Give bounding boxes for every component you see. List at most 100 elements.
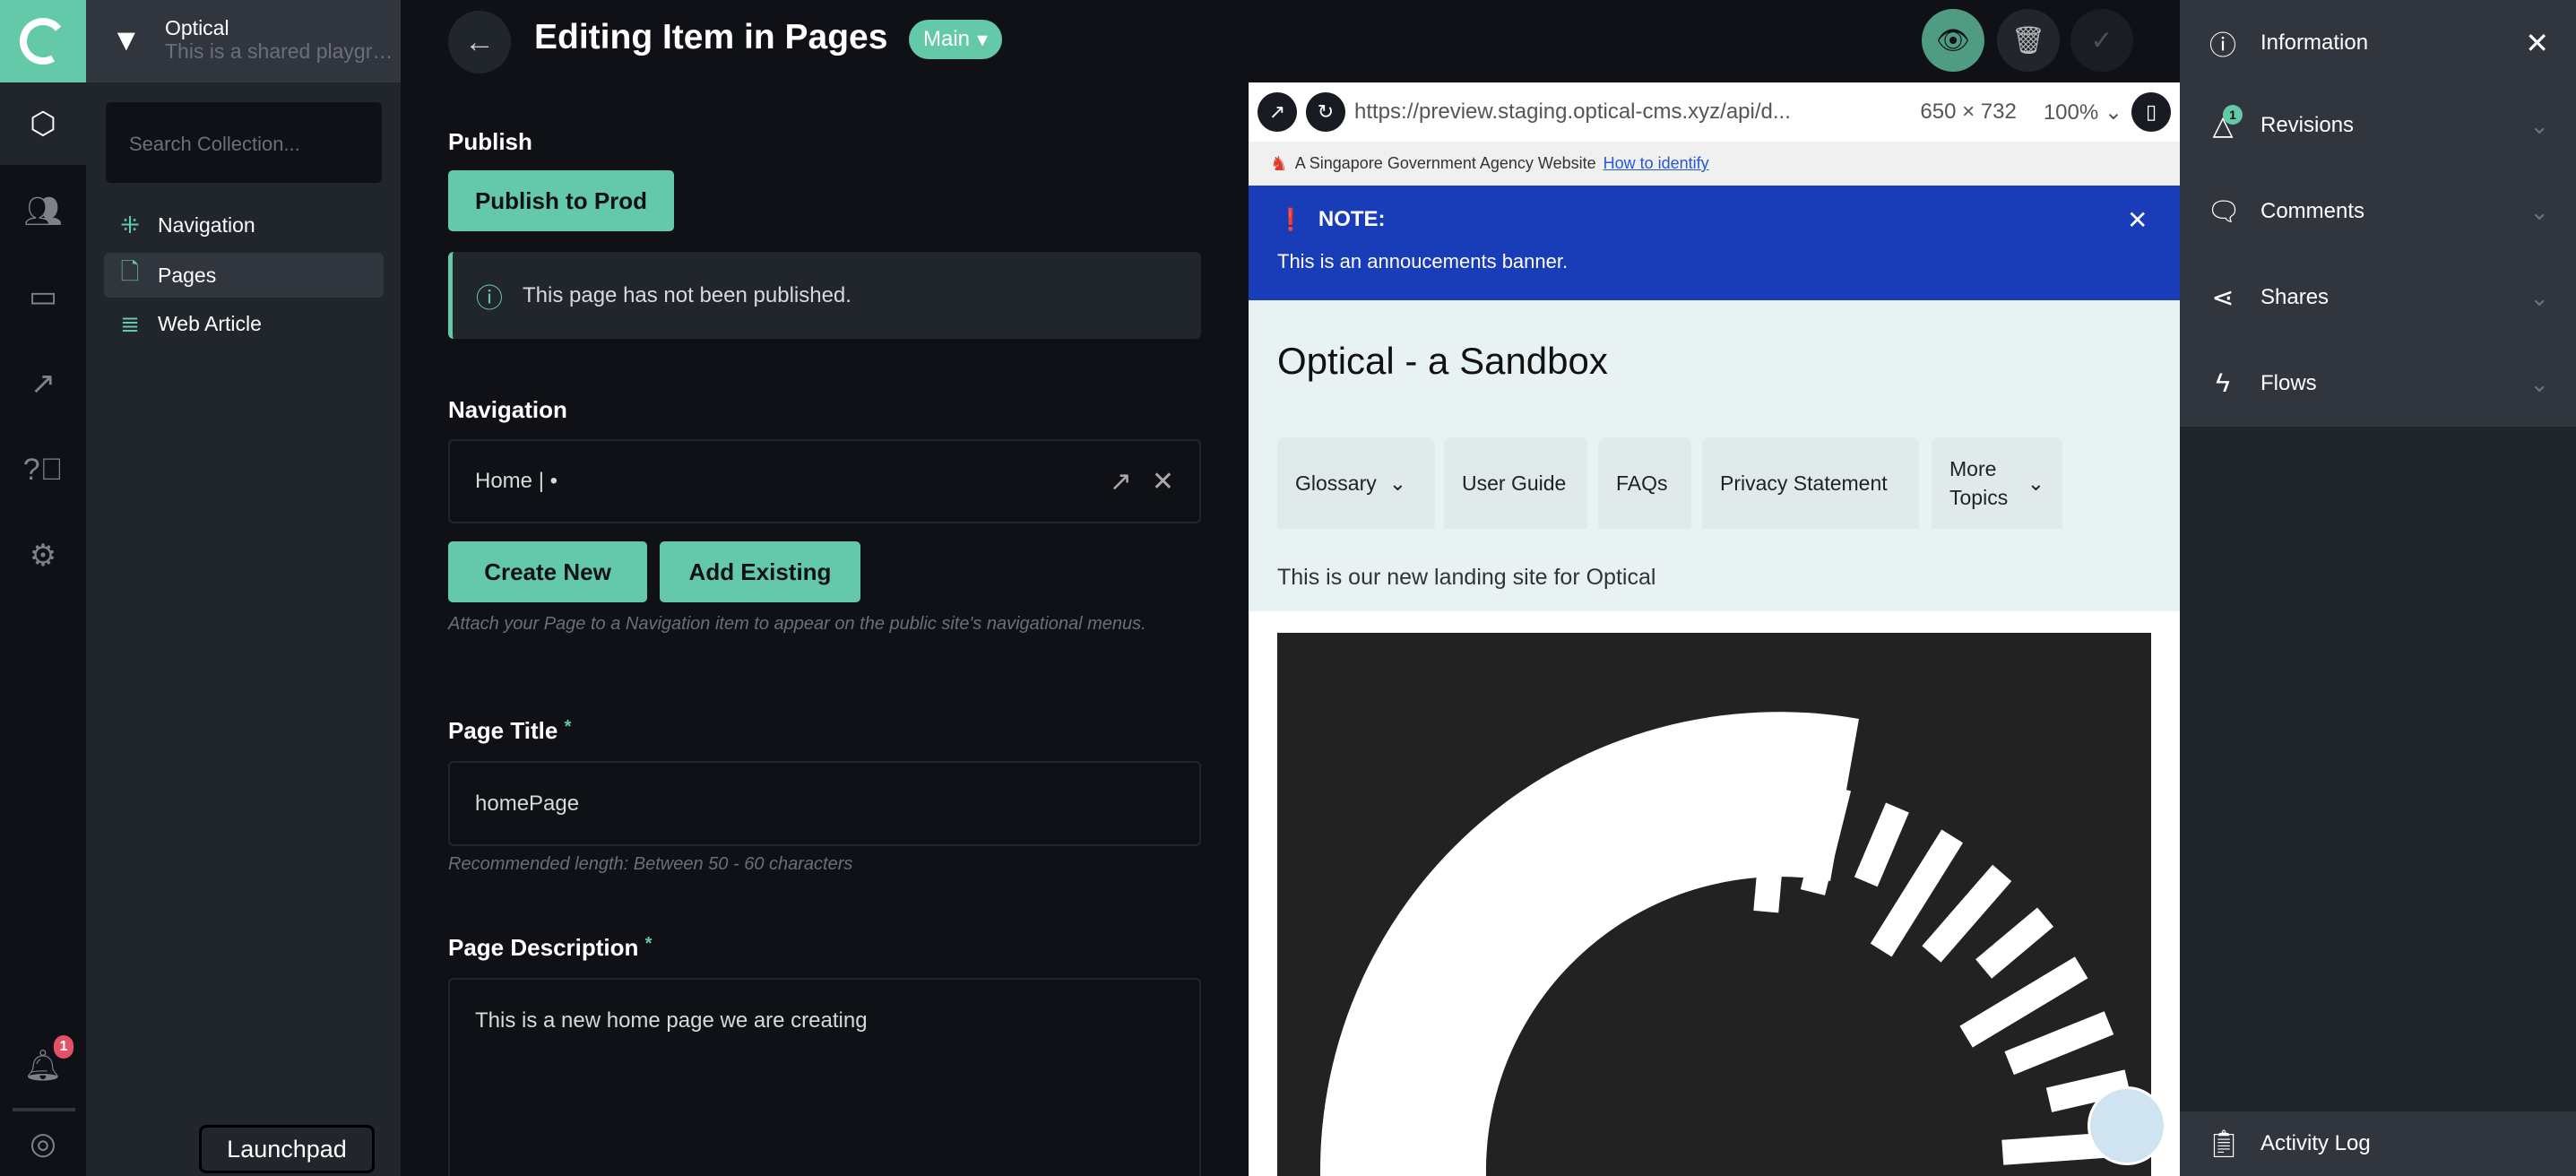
back-button[interactable]: ← — [448, 11, 511, 74]
open-in-new-tab-button[interactable]: ↗ — [1258, 92, 1297, 132]
chevron-down-icon: ⌄ — [2529, 283, 2549, 311]
page-title-input[interactable]: homePage — [448, 761, 1201, 846]
preview-url: https://preview.staging.optical-cms.xyz/… — [1354, 99, 1791, 124]
arrow-left-icon: ← — [464, 24, 495, 59]
chevron-down-icon: ⌄ — [2529, 111, 2549, 139]
add-existing-button[interactable]: Add Existing — [660, 541, 860, 602]
folder-icon: ▭ — [28, 280, 58, 314]
project-icon: ▼ — [111, 23, 142, 57]
insights-module-button[interactable]: ↗ — [0, 342, 86, 425]
revisions-icon: △ 1 — [2207, 104, 2243, 142]
navigation-icon: ⁜ — [120, 211, 140, 238]
project-name: Optical — [165, 16, 229, 39]
banner-close-icon[interactable]: ✕ — [2127, 205, 2148, 235]
save-button[interactable]: ✓ — [2070, 9, 2133, 72]
help-module-button[interactable]: ?⃝ — [0, 428, 86, 511]
panel-flows[interactable]: ϟ Flows ⌄ — [2180, 341, 2576, 427]
publish-to-prod-button[interactable]: Publish to Prod — [448, 170, 674, 231]
panel-revisions[interactable]: △ 1 Revisions ⌄ — [2180, 82, 2576, 169]
zoom-select[interactable]: 100% ⌄ — [2044, 99, 2122, 125]
panel-comments[interactable]: 🗨︎ Comments ⌄ — [2180, 169, 2576, 255]
cube-icon: ⬡ — [30, 107, 56, 141]
sidebar-item-pages[interactable]: 🗋︎ Pages — [104, 253, 384, 298]
how-to-identify-link[interactable]: How to identify — [1604, 154, 1709, 173]
app-logo[interactable] — [0, 0, 86, 82]
project-description: This is a shared playground — [165, 39, 398, 63]
user-menu-button[interactable]: ◎ — [0, 1111, 86, 1176]
nav-label: More Topics — [1949, 457, 2009, 509]
chat-assistant-avatar[interactable] — [2088, 1086, 2166, 1165]
close-icon[interactable]: ✕ — [2525, 26, 2549, 60]
logo-ray — [2004, 1011, 2114, 1076]
settings-module-button[interactable]: ⚙ — [0, 514, 86, 597]
database-icon: ≣ — [120, 309, 140, 337]
branch-selector[interactable]: Main ▾ — [909, 20, 1003, 59]
activity-log-label: Activity Log — [2260, 1131, 2371, 1155]
site-title: Optical - a Sandbox — [1277, 340, 1608, 382]
lion-head-icon: ♞ — [1270, 151, 1288, 175]
page-title: Editing Item in Pages — [534, 18, 888, 56]
files-module-button[interactable]: ▭ — [0, 255, 86, 338]
settings-icon: ⚙ — [29, 539, 57, 573]
panel-shares[interactable]: ⋖ Shares ⌄ — [2180, 255, 2576, 341]
site-nav-privacy[interactable]: Privacy Statement — [1702, 437, 1919, 529]
share-icon: ⋖ — [2211, 282, 2235, 313]
banner-title-text: NOTE: — [1318, 207, 1386, 231]
site-nav-faqs[interactable]: FAQs — [1598, 437, 1691, 529]
chevron-down-icon: ⌄ — [2027, 471, 2044, 495]
live-preview: ↗ ↻ https://preview.staging.optical-cms.… — [1249, 82, 2180, 1176]
label-text: Page Title — [448, 717, 558, 744]
page-description-label: Page Description * — [448, 934, 652, 962]
unpublished-notice: ⓘ This page has not been published. — [448, 252, 1201, 339]
chevron-down-icon: ⌄ — [1388, 471, 1407, 495]
page-icon: 🗋︎ — [120, 258, 140, 285]
chevron-down-icon: ⌄ — [2104, 99, 2122, 125]
help-icon: ?⃝ — [22, 452, 64, 487]
page-description-textarea[interactable]: This is a new home page we are creating — [448, 978, 1201, 1176]
panel-label: Information — [2260, 30, 2369, 55]
check-icon: ✓ — [2090, 25, 2114, 56]
create-new-button[interactable]: Create New — [448, 541, 647, 602]
site-nav-user-guide[interactable]: User Guide — [1444, 437, 1587, 529]
clipboard-icon: 📋︎ — [2207, 1128, 2242, 1159]
activity-log-button[interactable]: 📋︎ Activity Log — [2180, 1111, 2576, 1176]
notifications-button[interactable]: 🔔︎ — [0, 1025, 86, 1107]
nav-label: FAQs — [1616, 471, 1668, 495]
search-collection-input[interactable]: Search Collection... — [106, 102, 382, 183]
insights-icon: ↗ — [30, 367, 56, 401]
remove-icon[interactable]: ✕ — [1152, 466, 1174, 497]
bolt-icon: ϟ — [2216, 368, 2230, 398]
open-external-icon[interactable]: ↗ — [1110, 466, 1132, 497]
device-toggle-button[interactable]: ▯ — [2131, 92, 2171, 132]
nav-label: User Guide — [1462, 471, 1567, 495]
preview-dimensions: 650 × 732 — [1920, 99, 2017, 124]
panel-label: Shares — [2260, 285, 2330, 309]
user-avatar-icon: ◎ — [30, 1127, 56, 1161]
alert-icon: ❗ — [1277, 208, 1304, 232]
caret-down-icon: ▾ — [977, 27, 989, 52]
gov-masthead: ♞ A Singapore Government Agency Website Ho… — [1249, 142, 2180, 186]
site-nav-more-topics[interactable]: More Topics ⌄ — [1932, 437, 2062, 529]
chevron-down-icon: ⌄ — [2529, 197, 2549, 225]
navigation-label: Navigation — [448, 396, 567, 423]
banner-title: ❗ NOTE: — [1277, 207, 1386, 233]
users-icon: 👥︎ — [23, 195, 63, 229]
panel-information[interactable]: ⓘ Information ✕ — [2180, 0, 2576, 86]
zoom-value: 100% — [2043, 99, 2099, 125]
logo-ray — [1854, 802, 1909, 887]
optical-logo-icon — [19, 17, 66, 65]
site-nav-glossary[interactable]: Glossary ⌄ — [1277, 437, 1435, 529]
required-marker: * — [564, 717, 572, 737]
banner-text: This is an annoucements banner. — [1277, 250, 1569, 272]
preview-toggle-button[interactable]: 👁︎ — [1922, 9, 1984, 72]
panel-label: Flows — [2260, 371, 2317, 395]
users-module-button[interactable]: 👥︎ — [0, 170, 86, 253]
sidebar-item-label: Navigation — [158, 212, 255, 237]
refresh-button[interactable]: ↻ — [1306, 92, 1345, 132]
navigation-field[interactable]: Home | • ↗ ✕ — [448, 439, 1201, 523]
content-module-button[interactable]: ⬡ — [0, 82, 86, 165]
sidebar-item-web-article[interactable]: ≣ Web Article — [104, 301, 384, 346]
notice-text: This page has not been published. — [523, 282, 851, 307]
delete-button[interactable]: 🗑︎ — [1997, 9, 2060, 72]
sidebar-item-navigation[interactable]: ⁜ Navigation — [104, 203, 384, 247]
